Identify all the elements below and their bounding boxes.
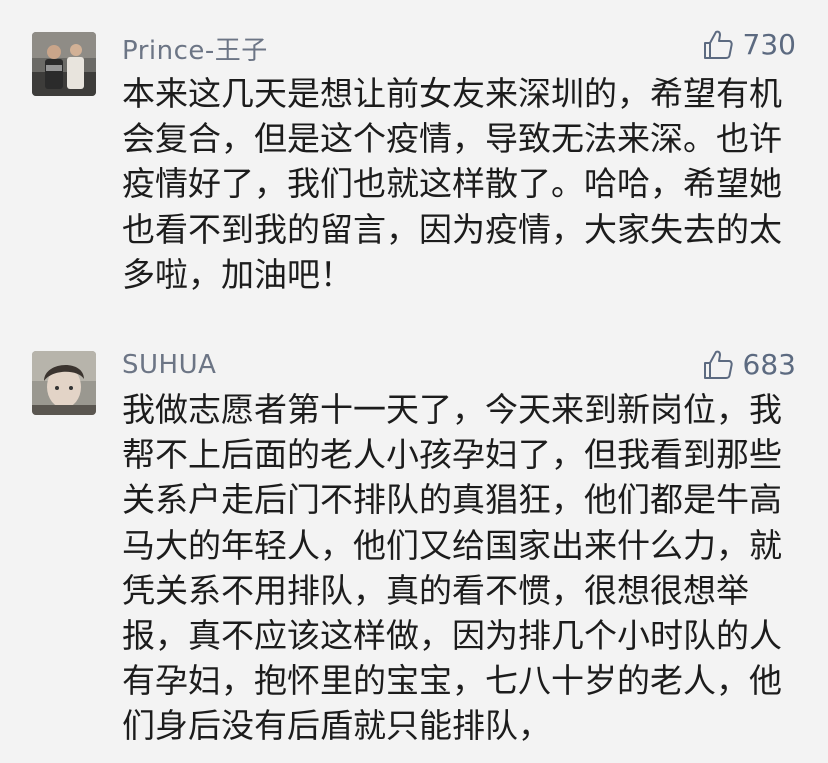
- comment-line: 帮不上后面的老人小孩孕妇了，但我看到那些: [122, 435, 782, 475]
- comment-line: 也看不到我的留言，因为疫情，大家失去的太: [122, 209, 782, 249]
- like-button[interactable]: 730: [702, 28, 796, 61]
- comment-line: 我做志愿者第十一天了，今天来到新岗位，我: [122, 390, 782, 429]
- comment-line: 凭关系不用排队，真的看不惯，很想很想举: [122, 570, 749, 610]
- comment-line: 关系户走后门不排队的真猖狂，他们都是牛高: [122, 480, 782, 520]
- avatar[interactable]: [32, 32, 96, 96]
- like-count: 730: [742, 28, 796, 61]
- username[interactable]: Prince-王子: [122, 30, 268, 67]
- username[interactable]: SUHUA: [122, 350, 216, 380]
- comment-line: 多啦，加油吧！: [122, 254, 353, 294]
- like-count: 683: [742, 348, 796, 381]
- comments-page: Prince-王子 730 本来这几天是想让前女友来深圳的，希望有机 会复合，但…: [0, 0, 828, 763]
- comment-line: 马大的年轻人，他们又给国家出来什么力，就: [122, 525, 782, 565]
- thumbs-up-icon: [703, 30, 733, 59]
- comment-line: 会复合，但是这个疫情，导致无法来深。也许: [122, 119, 782, 159]
- comment-item: SUHUA 683 我做志愿者第十一天了，今天来到新岗位，我 帮不上后面的老人小…: [0, 330, 828, 763]
- comment-text: 本来这几天是想让前女友来深圳的，希望有机 会复合，但是这个疫情，导致无法来深。也…: [122, 71, 802, 297]
- comment-line: 们身后没有后盾就只能排队，: [122, 706, 551, 746]
- comment-line: 疫情好了，我们也就这样散了。哈哈，希望她: [122, 164, 782, 204]
- like-button[interactable]: 683: [702, 348, 796, 381]
- comment-item: Prince-王子 730 本来这几天是想让前女友来深圳的，希望有机 会复合，但…: [0, 0, 828, 330]
- comment-line: 报，真不应该这样做，因为排几个小时队的人: [122, 616, 782, 656]
- thumbs-up-icon: [703, 350, 733, 379]
- comment-line: 有孕妇，抱怀里的宝宝，七八十岁的老人，他: [122, 661, 782, 701]
- avatar[interactable]: [32, 351, 96, 415]
- comment-text: 我做志愿者第十一天了，今天来到新岗位，我 帮不上后面的老人小孩孕妇了，但我看到那…: [122, 387, 802, 749]
- comment-line: 本来这几天是想让前女友来深圳的，希望有机: [122, 74, 782, 113]
